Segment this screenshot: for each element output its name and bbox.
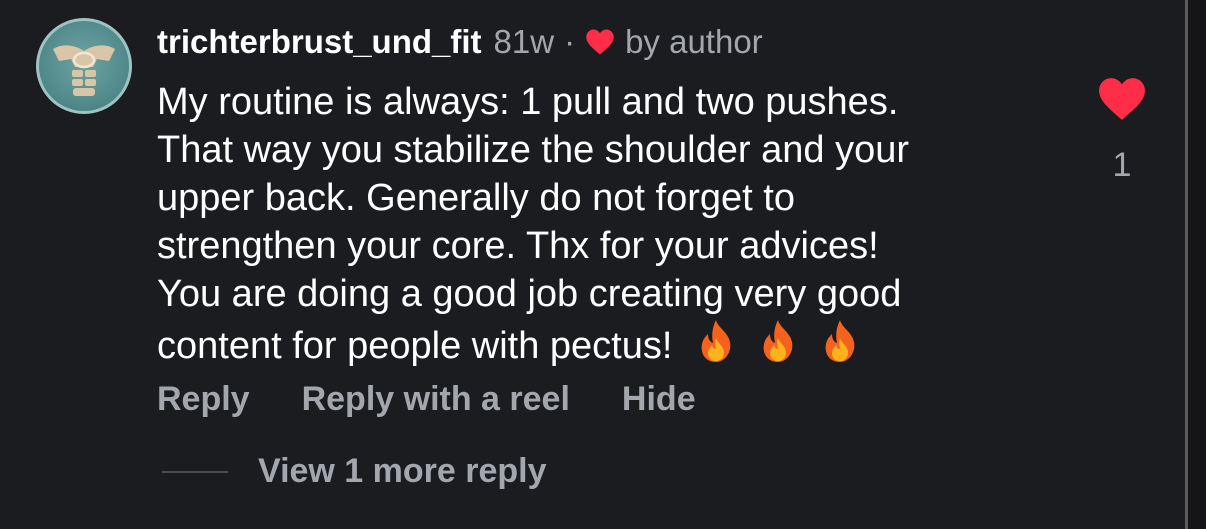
fire-icon (702, 320, 731, 362)
view-more-replies-label: View 1 more reply (258, 452, 547, 490)
comment-line: My routine is always: 1 pull and two pus… (157, 81, 899, 123)
comment-line: upper back. Generally do not forget to (157, 177, 795, 219)
like-count: 1 (1112, 146, 1132, 184)
comment-thread: trichterbrust_und_fit 81w · by author My… (0, 0, 1206, 529)
comment-line: You are doing a good job creating very g… (157, 273, 902, 315)
reply-with-reel-button[interactable]: Reply with a reel (302, 380, 570, 419)
comment-line: content for people with pectus! (157, 325, 673, 367)
fire-icon (764, 320, 793, 362)
comment-line: strengthen your core. Thx for your advic… (157, 225, 879, 267)
fire-icon (826, 320, 855, 362)
comment-age: 81w (493, 23, 555, 60)
torso-logo-icon (53, 45, 115, 96)
view-more-replies-button[interactable]: View 1 more reply (162, 452, 547, 491)
heart-icon (586, 29, 614, 55)
hide-button[interactable]: Hide (622, 380, 696, 419)
comment-line: That way you stabilize the shoulder and … (157, 129, 909, 171)
like-heart-icon[interactable] (1097, 76, 1147, 122)
divider-line (162, 470, 228, 473)
comment-actions: Reply Reply with a reel Hide (157, 380, 696, 419)
comment-text: My routine is always: 1 pull and two pus… (157, 78, 1057, 370)
username[interactable]: trichterbrust_und_fit (157, 23, 482, 61)
emoji-row (694, 318, 862, 364)
reply-button[interactable]: Reply (157, 380, 250, 419)
avatar[interactable] (36, 18, 132, 114)
separator-dot: · (564, 23, 576, 60)
comment-header: trichterbrust_und_fit 81w · by author (157, 22, 763, 62)
scrollbar-edge (1185, 0, 1206, 529)
liked-by-author-label: by author (625, 23, 763, 60)
